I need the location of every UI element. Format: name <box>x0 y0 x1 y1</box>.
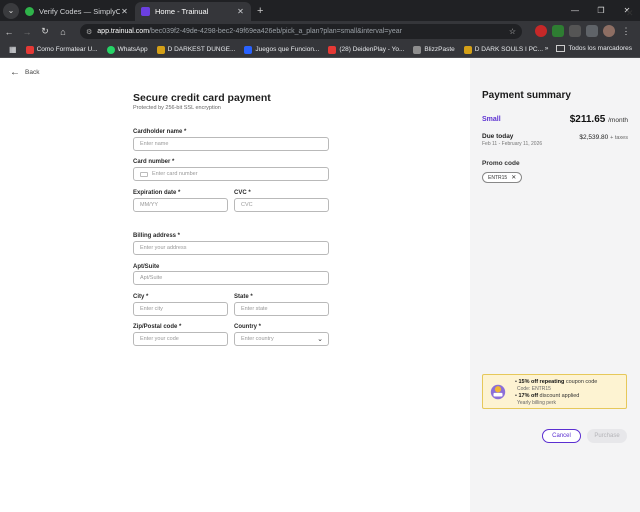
folder-icon <box>556 45 566 52</box>
extension-icon[interactable] <box>552 25 564 37</box>
tab-search-icon[interactable]: ⌄ <box>3 2 19 19</box>
promo-code-chip: ENTR15 ✕ <box>482 172 523 183</box>
youtube-icon <box>25 45 34 54</box>
bookmark-item[interactable]: BlizzPaste <box>413 45 455 54</box>
payment-summary-panel: Payment summary Small $211.65 /month Due… <box>470 58 640 512</box>
back-label: Back <box>25 69 40 76</box>
bookmark-item[interactable]: WhatsApp <box>106 45 148 54</box>
zip-label: Zip/Postal code * <box>133 324 182 330</box>
close-tab-icon[interactable]: ✕ <box>236 7 245 16</box>
back-arrow-icon[interactable]: ← <box>0 27 18 37</box>
arrow-left-icon: ← <box>10 67 20 78</box>
extensions-puzzle-icon[interactable] <box>586 25 598 37</box>
browser-tab-bar: ⌄ Verify Codes — SimplyCodes ✕ Home - Tr… <box>0 0 640 21</box>
bookmark-item[interactable]: Juegos que Funcion... <box>244 45 319 54</box>
due-dates: Feb 11 - February 11, 2026 <box>482 141 543 147</box>
bookmark-item[interactable]: (28) DeidenPlay - Yo... <box>328 45 404 54</box>
apt-input[interactable]: Apt/Suite <box>133 271 329 285</box>
tab-title: Home - Trainual <box>155 7 209 16</box>
summary-title: Payment summary <box>482 90 571 101</box>
bookmark-item[interactable]: Como Formatear U... <box>25 45 98 54</box>
minimize-icon[interactable]: — <box>562 0 588 21</box>
state-input[interactable]: Enter state <box>234 302 329 316</box>
remove-promo-icon[interactable]: ✕ <box>511 174 516 181</box>
bookmark-favicon-icon <box>413 45 422 54</box>
coupon-code-text: Code: ENTR15 <box>517 386 551 392</box>
extensions-area: ⋮ <box>535 24 632 38</box>
overflow-chevron-icon[interactable]: » <box>545 45 549 52</box>
tab-title: Verify Codes — SimplyCodes <box>39 7 120 16</box>
site-info-icon[interactable]: ⚙ <box>86 28 92 36</box>
chevron-down-icon: ⌄ <box>317 336 323 343</box>
bookmark-item[interactable]: D DARK SOULS I PC... <box>463 45 543 54</box>
youtube-icon <box>328 45 337 54</box>
expiration-label: Expiration date * <box>133 190 181 196</box>
payment-page: ← Back Secure credit card payment Protec… <box>0 58 640 512</box>
page-title: Secure credit card payment <box>133 92 271 104</box>
forward-arrow-icon[interactable]: → <box>18 27 36 37</box>
tab-simplycodes[interactable]: Verify Codes — SimplyCodes ✕ <box>19 2 135 21</box>
bookmarks-bar: ▦ Como Formatear U... WhatsApp D DARKEST… <box>0 42 640 58</box>
cancel-button[interactable]: Cancel <box>542 429 581 443</box>
cvc-label: CVC * <box>234 190 251 196</box>
bookmark-favicon-icon <box>463 45 472 54</box>
url-path: /bec039f2-49de-4298-bec2-49f69ea426eb/pi… <box>149 28 403 35</box>
promo-code-value: ENTR15 <box>488 174 508 181</box>
url-host: app.trainual.com <box>97 28 150 35</box>
menu-dots-icon[interactable]: ⋮ <box>620 25 632 37</box>
apt-label: Apt/Suite <box>133 264 160 270</box>
credit-card-icon <box>140 171 148 177</box>
back-link[interactable]: ← Back <box>10 67 39 78</box>
state-label: State * <box>234 294 253 300</box>
simplycodes-favicon-icon <box>25 7 34 16</box>
address-bar[interactable]: ⚙ app.trainual.com/bec039f2-49de-4298-be… <box>80 24 522 39</box>
close-tab-icon[interactable]: ✕ <box>120 7 129 16</box>
apps-grid-icon[interactable]: ▦ <box>9 45 17 54</box>
promo-code-label: Promo code <box>482 160 520 167</box>
page-subtitle: Protected by 256-bit SSL encryption <box>133 105 221 111</box>
cardholder-label: Cardholder name * <box>133 129 187 135</box>
tab-trainual[interactable]: Home - Trainual ✕ <box>135 2 251 21</box>
cardholder-input[interactable]: Enter name <box>133 137 329 151</box>
due-today-label: Due today <box>482 133 514 140</box>
home-icon[interactable]: ⌂ <box>54 27 72 37</box>
extension-icon[interactable] <box>535 25 547 37</box>
coupon-line-1: • 15% off repeating coupon code <box>515 379 598 385</box>
profile-avatar[interactable] <box>603 25 615 37</box>
maximize-icon[interactable]: ❐ <box>588 0 614 21</box>
plan-price: $211.65 /month <box>569 114 628 125</box>
bookmark-favicon-icon <box>244 45 253 54</box>
discount-badge-icon <box>490 384 506 400</box>
coupon-info-box: • 15% off repeating coupon code Code: EN… <box>482 374 627 409</box>
trainual-favicon-icon <box>141 7 150 16</box>
billing-perk-text: Yearly billing perk <box>517 400 557 406</box>
new-tab-icon[interactable]: + <box>257 5 263 17</box>
close-icon[interactable]: ✕ <box>626 8 634 19</box>
bookmark-star-icon[interactable]: ☆ <box>509 27 516 36</box>
coupon-line-2: • 17% off discount applied <box>515 393 580 399</box>
city-label: City * <box>133 294 149 300</box>
all-bookmarks[interactable]: » Todos los marcadores <box>545 45 632 52</box>
reload-icon[interactable]: ↻ <box>36 26 54 37</box>
card-number-label: Card number * <box>133 159 175 165</box>
purchase-button[interactable]: Purchase <box>587 429 627 443</box>
country-label: Country * <box>234 324 261 330</box>
bookmark-item[interactable]: D DARKEST DUNGE... <box>156 45 235 54</box>
extension-icon[interactable] <box>569 25 581 37</box>
billing-address-label: Billing address * <box>133 233 181 239</box>
country-select[interactable]: Enter country ⌄ <box>234 332 329 346</box>
zip-input[interactable]: Enter your code <box>133 332 228 346</box>
bookmark-favicon-icon <box>156 45 165 54</box>
cvc-input[interactable]: CVC <box>234 198 329 212</box>
expiration-input[interactable]: MM/YY <box>133 198 228 212</box>
billing-address-input[interactable]: Enter your address <box>133 241 329 255</box>
due-amount: $2,539.80 + taxes <box>579 134 628 141</box>
city-input[interactable]: Enter city <box>133 302 228 316</box>
whatsapp-icon <box>106 45 115 54</box>
card-number-input[interactable]: Enter card number <box>133 167 329 181</box>
plan-name: Small <box>482 116 501 123</box>
